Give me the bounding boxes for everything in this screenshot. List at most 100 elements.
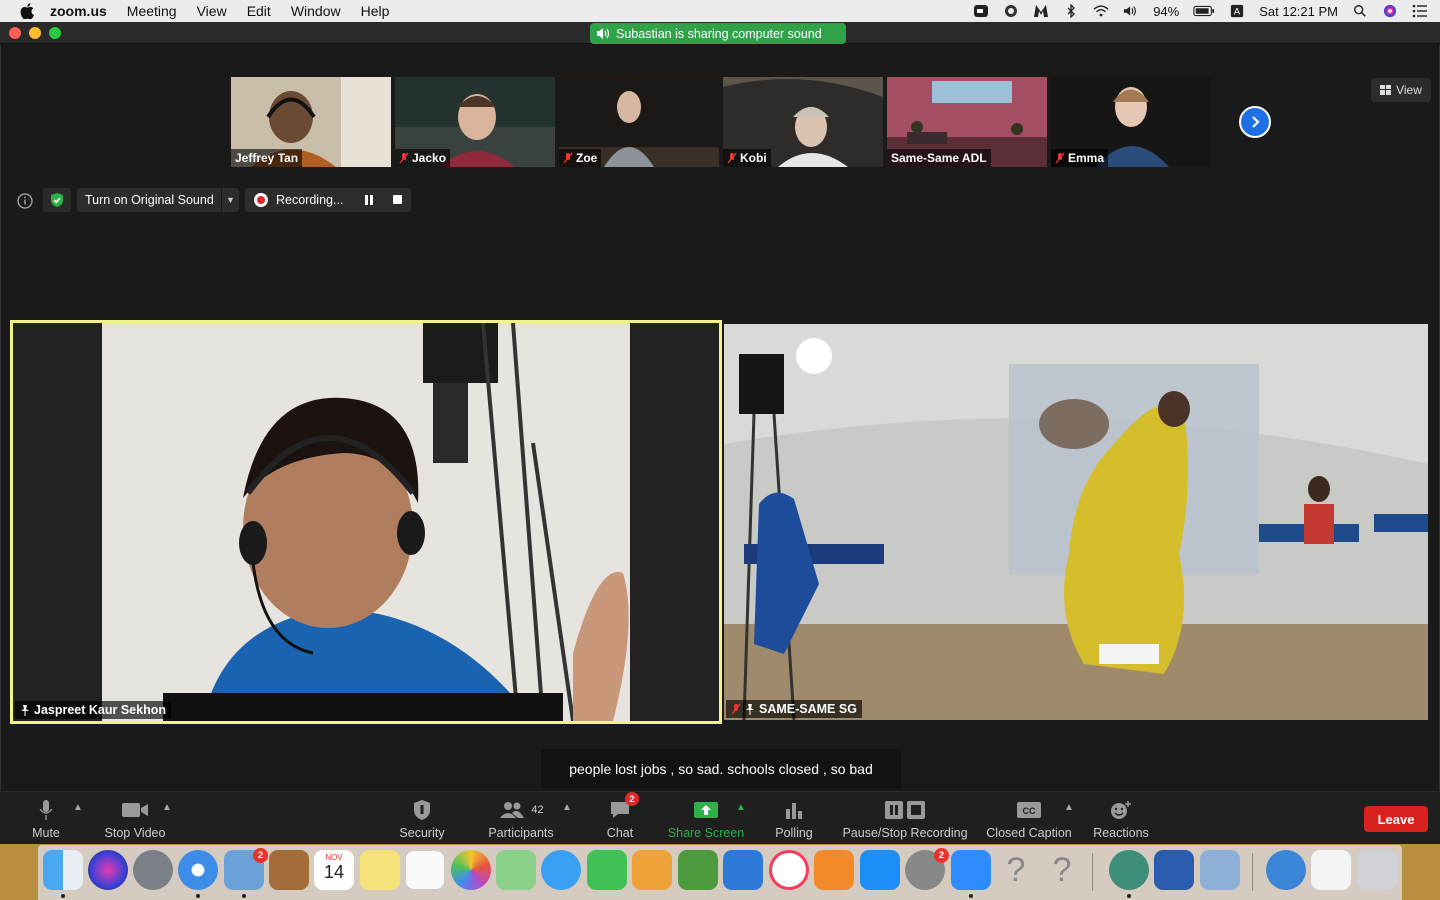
pause-recording-button[interactable] [364,195,374,205]
menubar-clock[interactable]: Sat 12:21 PM [1259,4,1338,19]
pause-stop-recording-button[interactable]: Pause/Stop Recording [842,798,968,842]
menu-view[interactable]: View [197,3,227,19]
launchpad-icon[interactable] [133,850,173,890]
system-preferences-icon[interactable]: 2 [905,848,949,890]
leave-meeting-button[interactable]: Leave [1364,806,1428,832]
music-icon[interactable] [769,850,809,890]
volume-icon[interactable] [1123,4,1139,18]
unknown-app-icon[interactable]: ? [1042,850,1082,890]
svg-text:CC: CC [1023,806,1036,816]
closed-caption-button[interactable]: CC Closed Caption [984,798,1074,842]
facetime-icon[interactable] [587,850,627,890]
siri-icon[interactable] [1382,4,1398,18]
books-icon[interactable] [814,850,854,890]
malwarebytes-icon[interactable] [1033,4,1049,18]
contacts-icon[interactable] [269,850,309,890]
meeting-stage: Jeffrey Tan Jacko Zoe Kobi Same-Same ADL… [0,45,1440,791]
participants-button[interactable]: 42 Participants [484,798,558,842]
active-speaker-video[interactable]: Jaspreet Kaur Sekhon [10,320,722,724]
speaker-icon [597,28,610,39]
share-screen-button[interactable]: Share Screen [666,798,746,842]
battery-icon[interactable] [1193,4,1215,18]
chat-button[interactable]: 2 Chat [604,792,639,842]
mail-icon[interactable]: 2 [224,848,268,898]
input-source-icon[interactable]: A [1229,4,1245,18]
zoom-dock-icon[interactable] [951,850,991,898]
bluetooth-icon[interactable] [1063,4,1079,18]
maximize-window-button[interactable] [49,27,61,39]
original-sound-dropdown[interactable]: ▼ [221,188,239,212]
original-sound-label: Turn on Original Sound [85,193,214,207]
stage-video-feed [724,324,1428,720]
menu-help[interactable]: Help [361,3,390,19]
safari-icon[interactable] [178,850,218,898]
menu-meeting[interactable]: Meeting [127,3,177,19]
pinned-video[interactable]: SAME-SAME SG [724,324,1428,720]
spotlight-search-icon[interactable] [1352,4,1368,18]
encryption-shield-button[interactable] [43,188,71,212]
muted-mic-icon [1055,152,1065,164]
notification-center-icon[interactable] [1412,4,1428,18]
notes-icon[interactable] [360,850,400,890]
app-store-icon[interactable] [860,850,900,890]
info-icon[interactable] [15,191,35,211]
apple-icon[interactable] [20,3,34,19]
battery-percent: 94% [1153,3,1180,19]
menu-edit[interactable]: Edit [247,3,271,19]
reactions-button[interactable]: Reactions [1092,798,1150,842]
sharing-sound-banner[interactable]: Subastian is sharing computer sound [590,23,846,44]
participant-thumbnail[interactable]: Emma [1051,77,1211,167]
participants-options-caret[interactable]: ▲ [562,802,572,813]
minimize-window-button[interactable] [29,27,41,39]
original-sound-button[interactable]: Turn on Original Sound ▼ [77,188,239,212]
participant-name-label: Same-Same ADL [887,149,991,167]
wifi-icon[interactable] [1093,4,1109,18]
messages-icon[interactable] [541,850,581,890]
finder-icon[interactable] [43,850,83,898]
calendar-icon[interactable]: NOV 14 [314,850,354,890]
stop-video-button[interactable]: Stop Video [100,798,170,842]
muted-mic-icon [399,152,409,164]
mute-button[interactable]: Mute [28,798,64,842]
menu-app-name[interactable]: zoom.us [50,3,107,19]
browser-app-icon[interactable] [1109,850,1149,898]
network-globe-icon[interactable] [1266,850,1306,890]
share-options-caret[interactable]: ▲ [736,802,746,813]
participant-thumbnail[interactable]: Jeffrey Tan [231,77,391,167]
polling-button[interactable]: Polling [772,798,816,842]
svg-text:A: A [1234,7,1241,18]
caption-options-caret[interactable]: ▲ [1064,802,1074,813]
view-layout-button[interactable]: View [1371,78,1431,102]
video-options-caret[interactable]: ▲ [162,802,172,813]
recording-label: Recording... [276,193,344,207]
siri-dock-icon[interactable] [88,850,128,890]
trash-icon[interactable] [1357,850,1397,890]
participant-thumbnail[interactable]: Zoe [559,77,719,167]
preview-icon[interactable] [1200,850,1240,890]
next-page-button[interactable] [1239,106,1271,138]
view-button-label: View [1396,83,1422,97]
unknown-app-icon[interactable]: ? [996,850,1036,890]
pause-stop-icon [885,801,925,819]
sync-icon[interactable] [1003,4,1019,18]
menu-window[interactable]: Window [291,3,341,19]
downloads-folder-icon[interactable] [1311,850,1351,890]
zoom-menubar-icon[interactable] [973,4,989,18]
participant-thumbnail[interactable]: Same-Same ADL [887,77,1047,167]
security-button[interactable]: Security [396,798,448,842]
audio-options-caret[interactable]: ▲ [73,802,83,813]
participant-thumbnail[interactable]: Jacko [395,77,555,167]
pages-icon[interactable] [632,850,672,890]
photos-icon[interactable] [451,850,491,890]
maps-icon[interactable] [496,850,536,890]
keynote-icon[interactable] [723,850,763,890]
window-titlebar[interactable]: Subastian is sharing computer sound [0,22,1440,44]
reminders-icon[interactable] [405,850,445,890]
close-window-button[interactable] [9,27,21,39]
stop-recording-button[interactable] [393,195,402,204]
shield-check-icon [51,193,63,207]
emoji-reaction-icon [1111,801,1131,819]
numbers-icon[interactable] [678,850,718,890]
word-icon[interactable] [1154,850,1194,890]
participant-thumbnail[interactable]: Kobi [723,77,883,167]
